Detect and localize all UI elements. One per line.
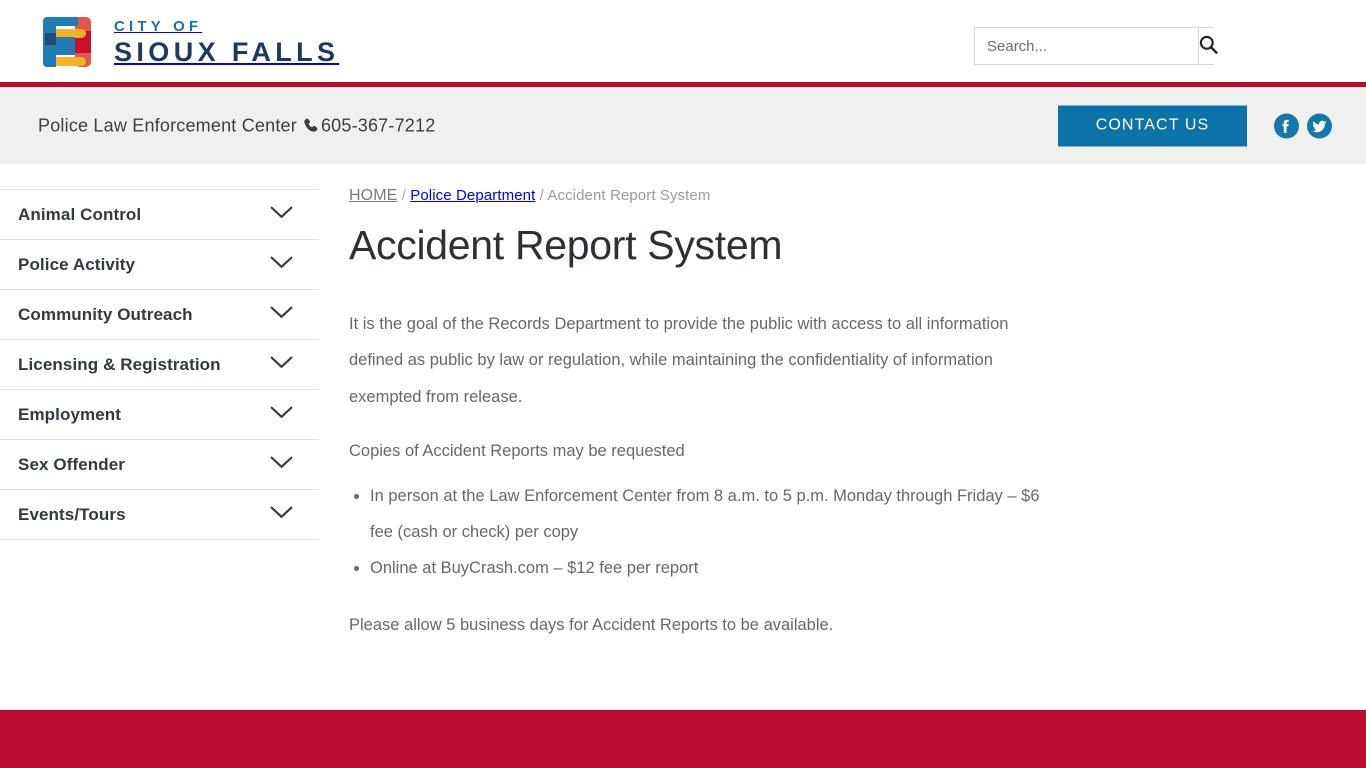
- chevron-down-icon[interactable]: [270, 356, 293, 374]
- main-content: HOME / Police Department / Accident Repo…: [319, 164, 1366, 710]
- sidebar-navigation: Animal Control Police Activity Community…: [0, 164, 319, 710]
- phone-number[interactable]: 605-367-7212: [321, 115, 436, 136]
- logo-line-city: CITY OF: [114, 17, 203, 35]
- chevron-down-icon[interactable]: [270, 406, 293, 424]
- site-header: CITY OF SIOUX FALLS: [0, 0, 1366, 82]
- sidebar-item-events-tours[interactable]: Events/Tours: [0, 489, 319, 540]
- request-methods-list: In person at the Law Enforcement Center …: [349, 479, 1049, 587]
- social-links: [1274, 113, 1332, 138]
- sidebar-item-label: Community Outreach: [18, 304, 193, 324]
- breadcrumb-police-department[interactable]: Police Department: [410, 187, 535, 204]
- facebook-icon[interactable]: [1274, 113, 1299, 138]
- page-body: Animal Control Police Activity Community…: [0, 164, 1366, 710]
- availability-paragraph: Please allow 5 business days for Acciden…: [349, 616, 834, 635]
- contact-bar-actions: CONTACT US: [1058, 105, 1332, 146]
- intro-paragraph: It is the goal of the Records Department…: [349, 315, 1009, 406]
- contact-bar: Police Law Enforcement Center 605-367-72…: [0, 87, 1366, 164]
- search-button[interactable]: [1198, 28, 1218, 64]
- phone-icon: [303, 117, 320, 134]
- sidebar-item-community-outreach[interactable]: Community Outreach: [0, 289, 319, 340]
- page-title: Accident Report System: [349, 222, 783, 268]
- sidebar-item-label: Licensing & Registration: [18, 354, 221, 374]
- footer-red-band: [0, 710, 1366, 768]
- sidebar-item-sex-offender[interactable]: Sex Offender: [0, 439, 319, 490]
- sidebar-item-label: Police Activity: [18, 254, 136, 274]
- site-logo[interactable]: CITY OF SIOUX FALLS: [36, 11, 339, 73]
- breadcrumb-separator: /: [401, 187, 406, 204]
- list-item: Online at BuyCrash.com – $12 fee per rep…: [370, 551, 1049, 587]
- chevron-down-icon[interactable]: [270, 306, 293, 324]
- request-info-paragraph: Copies of Accident Reports may be reques…: [349, 441, 685, 460]
- sioux-falls-logo-mark-icon: [36, 11, 98, 73]
- chevron-down-icon[interactable]: [270, 456, 293, 474]
- search-input[interactable]: [975, 28, 1198, 64]
- breadcrumb-separator: /: [539, 187, 544, 204]
- sidebar-item-label: Events/Tours: [18, 504, 126, 524]
- chevron-down-icon[interactable]: [270, 256, 293, 274]
- logo-line-siouxfalls: SIOUX FALLS: [114, 36, 340, 67]
- department-name: Police Law Enforcement Center: [38, 115, 297, 135]
- search-box[interactable]: [974, 27, 1218, 65]
- twitter-icon[interactable]: [1307, 113, 1332, 138]
- sidebar-item-licensing-registration[interactable]: Licensing & Registration: [0, 339, 319, 390]
- sidebar-item-label: Animal Control: [18, 204, 142, 224]
- chevron-down-icon[interactable]: [270, 506, 293, 524]
- breadcrumb: HOME / Police Department / Accident Repo…: [349, 187, 1336, 205]
- sidebar-item-label: Sex Offender: [18, 454, 126, 474]
- department-contact-info: Police Law Enforcement Center 605-367-72…: [38, 115, 435, 136]
- search-icon: [1199, 35, 1218, 57]
- contact-us-button[interactable]: CONTACT US: [1058, 105, 1247, 146]
- breadcrumb-current: Accident Report System: [547, 187, 711, 204]
- breadcrumb-home[interactable]: HOME: [349, 187, 397, 204]
- sidebar-item-animal-control[interactable]: Animal Control: [0, 189, 319, 240]
- sidebar-item-police-activity[interactable]: Police Activity: [0, 239, 319, 290]
- chevron-down-icon[interactable]: [270, 206, 293, 224]
- sidebar-item-employment[interactable]: Employment: [0, 389, 319, 440]
- list-item: In person at the Law Enforcement Center …: [370, 479, 1049, 551]
- sidebar-item-label: Employment: [18, 404, 122, 424]
